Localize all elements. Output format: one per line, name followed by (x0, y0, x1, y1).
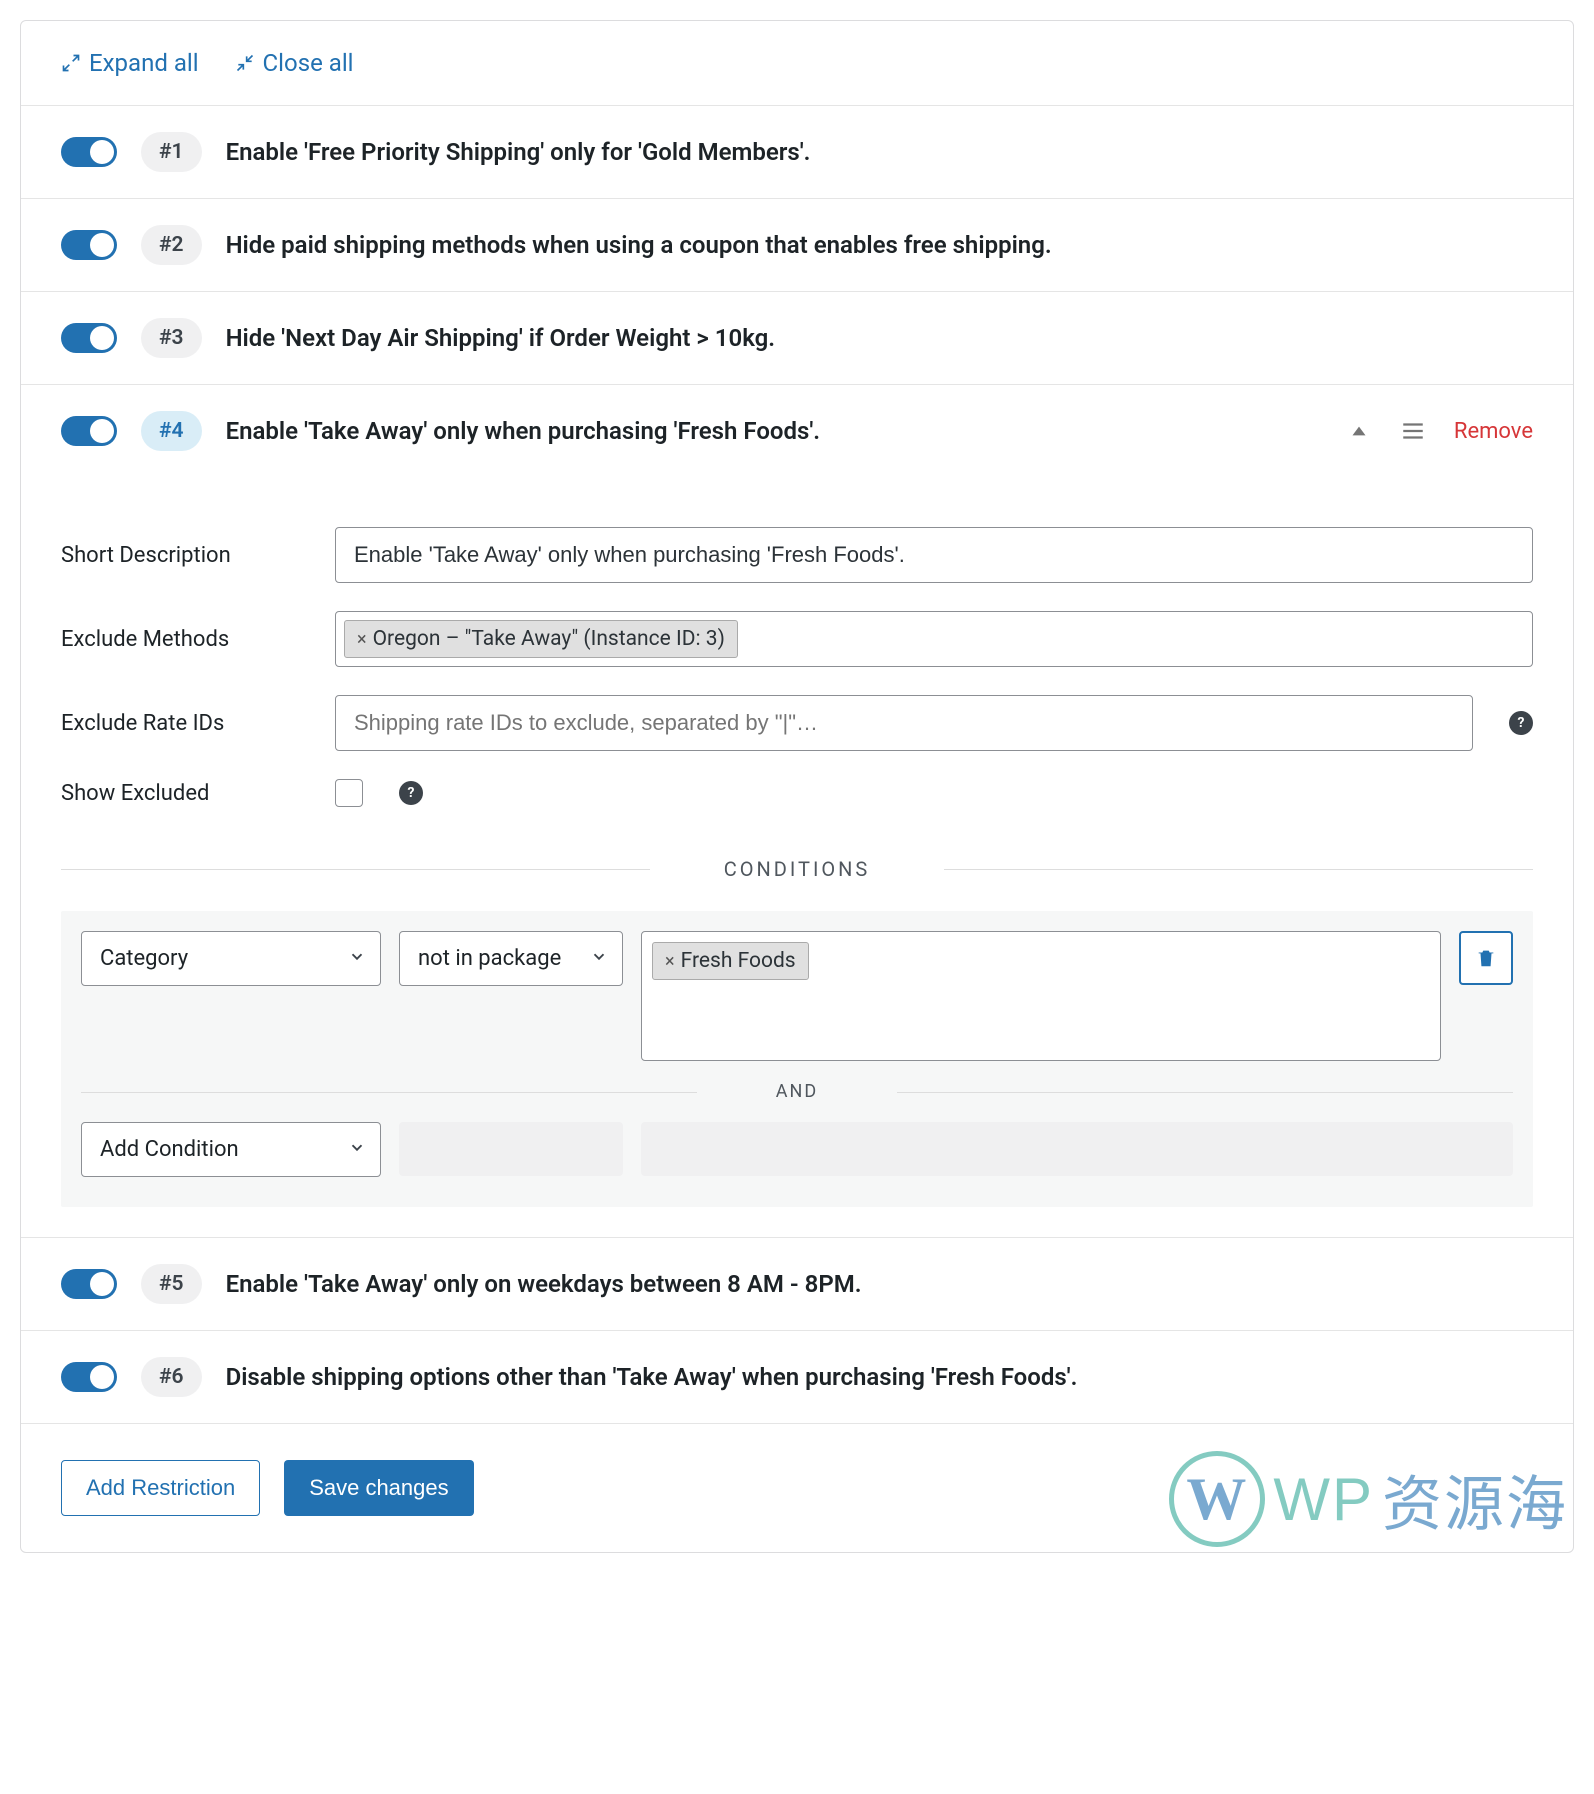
close-all-link[interactable]: Close all (235, 49, 354, 77)
rule-row: #5 Enable 'Take Away' only on weekdays b… (21, 1237, 1573, 1330)
rule-row: #6 Disable shipping options other than '… (21, 1330, 1573, 1423)
exclude-rate-ids-row: Exclude Rate IDs ? (61, 695, 1533, 751)
condition-value-input[interactable]: × Fresh Foods (641, 931, 1441, 1061)
help-icon[interactable]: ? (1509, 711, 1533, 735)
rule-badge: #3 (141, 318, 202, 358)
method-tag-text: Oregon – "Take Away" (Instance ID: 3) (373, 627, 725, 651)
rule-toggle[interactable] (61, 1269, 117, 1299)
show-excluded-row: Show Excluded ? (61, 779, 1533, 807)
rule-badge: #4 (141, 411, 202, 451)
rule-title[interactable]: Hide paid shipping methods when using a … (226, 231, 1533, 259)
remove-link[interactable]: Remove (1454, 419, 1533, 444)
chevron-down-icon (348, 1137, 366, 1162)
rule-title[interactable]: Enable 'Take Away' only on weekdays betw… (226, 1270, 1533, 1298)
save-changes-button[interactable]: Save changes (284, 1460, 473, 1516)
method-tag: × Oregon – "Take Away" (Instance ID: 3) (344, 620, 738, 658)
exclude-methods-row: Exclude Methods × Oregon – "Take Away" (… (61, 611, 1533, 667)
drag-handle-icon[interactable] (1400, 418, 1426, 444)
rule-toggle[interactable] (61, 1362, 117, 1392)
add-restriction-button[interactable]: Add Restriction (61, 1460, 260, 1516)
show-excluded-checkbox[interactable] (335, 779, 363, 807)
exclude-methods-label: Exclude Methods (61, 627, 311, 652)
exclude-rate-ids-input[interactable] (335, 695, 1473, 751)
delete-condition-button[interactable] (1459, 931, 1513, 985)
value-tag: × Fresh Foods (652, 942, 809, 980)
and-separator: AND (81, 1081, 1513, 1102)
rule-row: #3 Hide 'Next Day Air Shipping' if Order… (21, 291, 1573, 384)
chevron-down-icon (590, 946, 608, 971)
condition-operator-select[interactable]: not in package (399, 931, 623, 986)
conditions-heading: CONDITIONS (61, 857, 1533, 881)
short-description-input[interactable] (335, 527, 1533, 583)
trash-icon (1475, 947, 1497, 969)
collapse-up-icon[interactable] (1346, 418, 1372, 444)
rule-toggle[interactable] (61, 323, 117, 353)
short-description-row: Short Description (61, 527, 1533, 583)
condition-field-value: Category (100, 946, 188, 971)
rule-title[interactable]: Hide 'Next Day Air Shipping' if Order We… (226, 324, 1533, 352)
condition-row: Category not in package × Fresh Foods (81, 931, 1513, 1061)
exclude-methods-input[interactable]: × Oregon – "Take Away" (Instance ID: 3) (335, 611, 1533, 667)
rule-title[interactable]: Enable 'Take Away' only when purchasing … (226, 417, 1322, 445)
show-excluded-label: Show Excluded (61, 781, 311, 806)
condition-field-select[interactable]: Category (81, 931, 381, 986)
chevron-down-icon (348, 946, 366, 971)
add-condition-row: Add Condition (81, 1122, 1513, 1177)
collapse-icon (235, 53, 255, 73)
close-all-label: Close all (263, 49, 354, 77)
placeholder-operator (399, 1122, 623, 1176)
help-icon[interactable]: ? (399, 781, 423, 805)
short-description-label: Short Description (61, 543, 311, 568)
rule-toggle[interactable] (61, 230, 117, 260)
rule-badge: #6 (141, 1357, 202, 1397)
rule-row: #2 Hide paid shipping methods when using… (21, 198, 1573, 291)
expand-all-link[interactable]: Expand all (61, 49, 199, 77)
placeholder-value (641, 1122, 1513, 1176)
rule-title[interactable]: Disable shipping options other than 'Tak… (226, 1363, 1533, 1391)
conditions-block: Category not in package × Fresh Foods (61, 911, 1533, 1207)
rule-badge: #5 (141, 1264, 202, 1304)
add-condition-select[interactable]: Add Condition (81, 1122, 381, 1177)
value-tag-text: Fresh Foods (681, 949, 796, 973)
remove-tag-icon[interactable]: × (357, 629, 367, 650)
row-actions: Remove (1346, 418, 1533, 444)
exclude-rate-ids-label: Exclude Rate IDs (61, 711, 311, 736)
remove-tag-icon[interactable]: × (665, 951, 675, 972)
rule-title[interactable]: Enable 'Free Priority Shipping' only for… (226, 138, 1533, 166)
condition-operator-value: not in package (418, 946, 561, 971)
rule-expanded-body: Short Description Exclude Methods × Oreg… (21, 477, 1573, 1237)
rule-badge: #2 (141, 225, 202, 265)
expand-icon (61, 53, 81, 73)
add-condition-label: Add Condition (100, 1137, 239, 1162)
bottom-bar: Add Restriction Save changes (21, 1423, 1573, 1552)
rule-row-expanded: #4 Enable 'Take Away' only when purchasi… (21, 384, 1573, 477)
rule-toggle[interactable] (61, 416, 117, 446)
top-actions: Expand all Close all (21, 21, 1573, 105)
rule-row: #1 Enable 'Free Priority Shipping' only … (21, 105, 1573, 198)
rule-badge: #1 (141, 132, 202, 172)
restrictions-panel: Expand all Close all #1 Enable 'Free Pri… (20, 20, 1574, 1553)
expand-all-label: Expand all (89, 49, 199, 77)
rule-toggle[interactable] (61, 137, 117, 167)
